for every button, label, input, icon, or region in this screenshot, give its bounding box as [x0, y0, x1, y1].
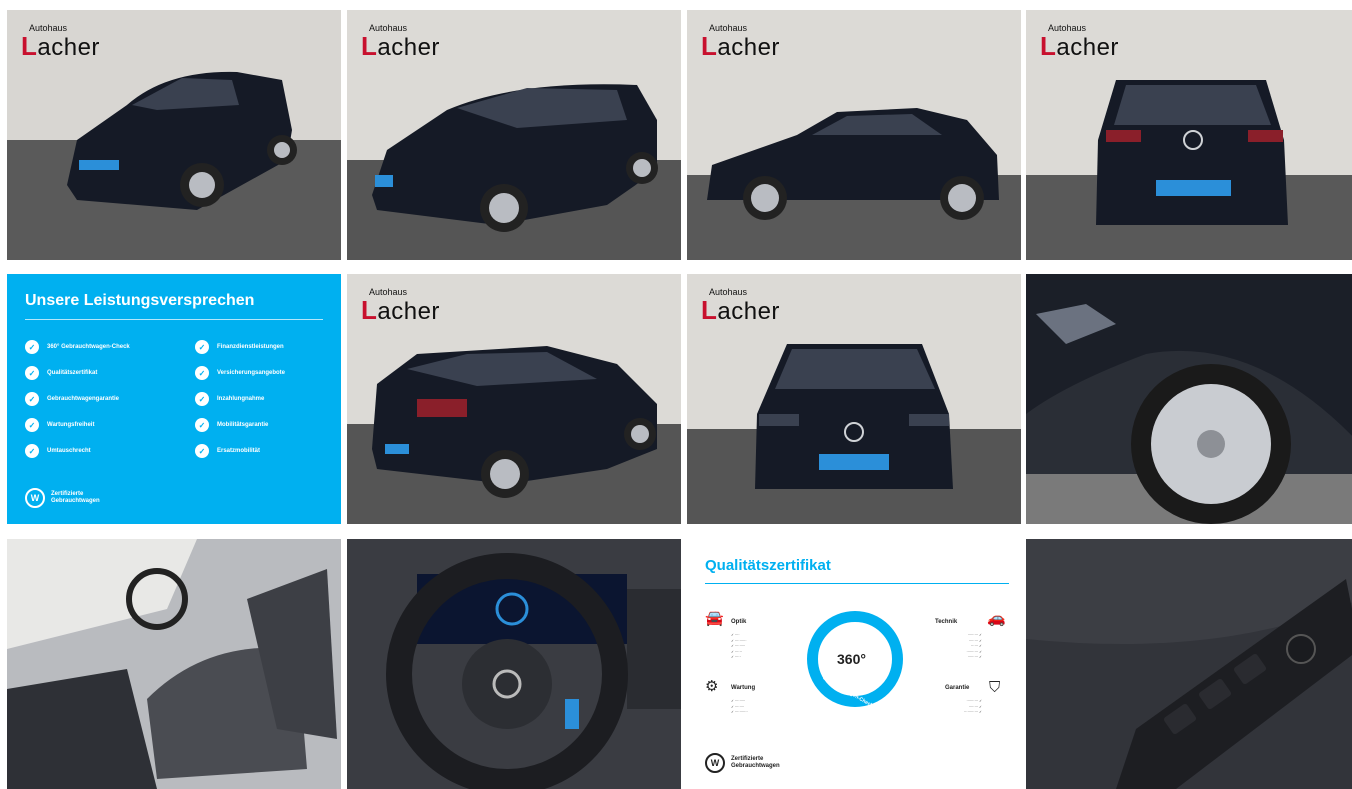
promise-item: ✓ Umtauschrecht: [25, 444, 91, 458]
dealer-logo: Autohaus Lacher: [701, 287, 780, 325]
gallery-photo-window-switches[interactable]: [1026, 539, 1352, 789]
car-icon: 🚘: [705, 610, 724, 627]
section-garantie: Garantie: [945, 685, 970, 691]
dealer-logo: Autohaus Lacher: [21, 23, 100, 61]
promise-item: ✓ Inzahlungnahme: [195, 392, 264, 406]
image-gallery: Autohaus Lacher Autohaus Lacher Autohaus La…: [7, 10, 1352, 789]
vw-brand: W Zertifizierte Gebrauchtwagen: [25, 488, 100, 508]
divider: [705, 583, 1009, 584]
window-switches-photo: [1026, 539, 1352, 789]
section-wartung: Wartung: [731, 685, 756, 691]
section-optik: Optik: [731, 619, 747, 625]
certificate-icon: ✓: [25, 366, 39, 380]
gallery-photo-front-left-2[interactable]: Autohaus Lacher: [347, 10, 681, 260]
trade-in-icon: ✓: [195, 392, 209, 406]
gallery-photo-interior-seats[interactable]: [7, 539, 341, 789]
gallery-photo-rear[interactable]: Autohaus Lacher: [1026, 10, 1352, 260]
mobility-icon: ✓: [195, 418, 209, 432]
gallery-photo-rear-left[interactable]: Autohaus Lacher: [347, 274, 681, 524]
gallery-photo-wheel[interactable]: [1026, 274, 1352, 524]
replacement-car-icon: ✓: [195, 444, 209, 458]
gallery-photo-side[interactable]: Autohaus Lacher: [687, 10, 1021, 260]
promise-item: ✓ Finanzdienstleistungen: [195, 340, 284, 354]
car-check-icon: 🚗: [987, 610, 1006, 627]
shield-check-icon: ⛉: [989, 679, 1001, 696]
promise-item: ✓ 360° Gebrauchtwagen-Check: [25, 340, 130, 354]
check-icon: ✓: [25, 340, 39, 354]
wrench-icon: ✓: [25, 418, 39, 432]
interior-seats-photo: [7, 539, 341, 789]
dealer-logo: Autohaus Lacher: [361, 287, 440, 325]
dealer-logo: Autohaus Lacher: [1040, 23, 1119, 61]
promise-item: ✓ Gebrauchtwagengarantie: [25, 392, 119, 406]
promise-item: ✓ Mobilitätsgarantie: [195, 418, 268, 432]
gallery-photo-front-left[interactable]: Autohaus Lacher: [7, 10, 341, 260]
check-number: 360°: [837, 651, 866, 667]
section-optik-list: ✓ ···· ✓ ·········· ✓ ········· ✓ ······ ✓ ·…: [731, 633, 747, 659]
promise-infographic[interactable]: Unsere Leistungsversprechen ✓ 360° Gebrau…: [7, 274, 341, 524]
finance-icon: ✓: [195, 340, 209, 354]
dealer-logo: Autohaus Lacher: [361, 23, 440, 61]
vw-logo-icon: W: [25, 488, 45, 508]
divider: [25, 319, 323, 320]
tools-icon: ⚙: [705, 678, 719, 695]
cockpit-photo: [347, 539, 681, 789]
section-garantie-list: ·········· ✓ ········ ✓ ············ ✓: [964, 699, 982, 714]
wheel-closeup-photo: [1026, 274, 1352, 524]
gallery-photo-cockpit[interactable]: [347, 539, 681, 789]
promise-item: ✓ Qualitätszertifikat: [25, 366, 97, 380]
promise-item: ✓ Ersatzmobilität: [195, 444, 260, 458]
quality-certificate-infographic[interactable]: Qualitätszertifikat 360° Gebrauchtwagen-…: [687, 539, 1021, 789]
vw-brand: W Zertifizierte Gebrauchtwagen: [705, 753, 780, 773]
section-technik: Technik: [935, 619, 958, 625]
dealer-logo: Autohaus Lacher: [701, 23, 780, 61]
promise-item: ✓ Versicherungsangebote: [195, 366, 285, 380]
promise-item: ✓ Wartungsfreiheit: [25, 418, 94, 432]
quality-title: Qualitätszertifikat: [705, 557, 831, 574]
exchange-icon: ✓: [25, 444, 39, 458]
gallery-photo-front[interactable]: Autohaus Lacher: [687, 274, 1021, 524]
vw-logo-icon: W: [705, 753, 725, 773]
insurance-icon: ✓: [195, 366, 209, 380]
section-technik-list: ········· ✓ ········ ✓ ······ ✓ ·········· …: [966, 633, 982, 659]
section-wartung-list: ✓ ········· ✓ ········ ✓ ···········: [731, 699, 748, 714]
shield-icon: ✓: [25, 392, 39, 406]
promise-title: Unsere Leistungsversprechen: [25, 292, 255, 309]
